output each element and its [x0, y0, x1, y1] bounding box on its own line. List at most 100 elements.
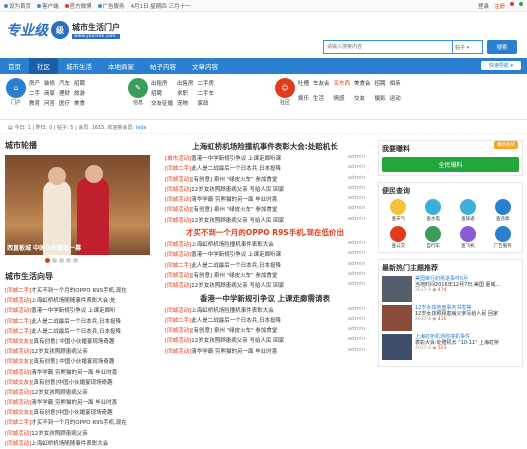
- guide-row[interactable]: [同城活动]12岁女孩照顾患病父亲: [5, 429, 155, 439]
- guide-row[interactable]: [同城活动]12岁女孩照顾患病父亲: [5, 347, 155, 357]
- guide-row[interactable]: [同城二手]此人是二战最后一个日本兵,日本投降: [5, 327, 155, 337]
- carousel-dot[interactable]: [45, 258, 50, 263]
- nav-articles[interactable]: 文章内容: [184, 58, 226, 74]
- headline-3[interactable]: 香港一中学新规引争议 上课走廊需请表: [165, 292, 365, 306]
- category-link[interactable]: 招聘: [375, 79, 386, 92]
- guide-row[interactable]: [同城二手]才买不到一个月的OPPO R9S手机,现在: [5, 286, 155, 296]
- category-link[interactable]: 美食: [74, 99, 85, 107]
- category-link[interactable]: 招聘: [151, 89, 173, 97]
- site-logo[interactable]: 专业级 级 城市生活门户 www.yoursite.com: [6, 20, 120, 40]
- category-link[interactable]: 交友征婚: [151, 99, 173, 107]
- news-row-author[interactable]: admin: [348, 205, 365, 215]
- category-link[interactable]: 相亲: [390, 79, 401, 92]
- news-row[interactable]: [同城活动]12岁女孩照顾患病父亲 写给人民 回家 admin: [165, 281, 365, 291]
- category-link[interactable]: 二手房: [198, 79, 215, 87]
- news-row-author[interactable]: admin: [348, 185, 365, 195]
- guide-row[interactable]: [同城交友][真有创意]中国小伙婚宴现场奇趣: [5, 378, 155, 388]
- weibo-login-icon[interactable]: [510, 2, 514, 10]
- nav-city-life[interactable]: 城市生活: [58, 58, 100, 74]
- guide-row[interactable]: [同城交友][真有创意]中国小伙婚宴现场奇趣: [5, 408, 155, 418]
- register-link[interactable]: 注册: [494, 2, 505, 10]
- login-link[interactable]: 登录: [478, 2, 489, 10]
- news-row-author[interactable]: admin: [348, 250, 365, 260]
- news-row[interactable]: [同城二手]此人是二战最后一个日本兵,日本投降 admin: [165, 164, 365, 174]
- hot-topic-thumb[interactable]: [382, 305, 412, 331]
- nav-community[interactable]: 社区: [29, 58, 58, 74]
- convenience-item[interactable]: 查天气: [382, 199, 415, 222]
- category-link[interactable]: 房产: [29, 79, 40, 87]
- news-row[interactable]: [城市活动]香港一中学新规引争议 上课走廊听课 admin: [165, 154, 365, 164]
- convenience-item[interactable]: 查违章: [486, 199, 519, 222]
- ad-service-link[interactable]: 广告服务: [97, 2, 125, 10]
- convenience-item[interactable]: 查公交: [382, 226, 415, 249]
- news-row-author[interactable]: admin: [348, 240, 365, 250]
- carousel-dot[interactable]: [73, 258, 78, 263]
- category-link[interactable]: 装修: [44, 79, 55, 87]
- news-row[interactable]: [同城活动]香港一中学新规引争议 上课走廊听课 admin: [165, 250, 365, 260]
- news-row[interactable]: [同城活动][有创意] 泉州 "绿皮火车" 参加食堂 admin: [165, 326, 365, 336]
- set-home-link[interactable]: 设为首页: [4, 2, 31, 10]
- convenience-item[interactable]: 自行车: [417, 226, 450, 249]
- news-row[interactable]: [同城二手]此人是二战最后一个日本兵,日本投降 admin: [165, 316, 365, 326]
- category-link[interactable]: 旅游: [74, 89, 85, 97]
- category-link[interactable]: 宠物: [177, 99, 194, 107]
- news-row-author[interactable]: admin: [348, 347, 365, 357]
- convenience-item[interactable]: 查快递: [452, 199, 485, 222]
- search-button[interactable]: 搜索: [487, 40, 517, 54]
- news-row-author[interactable]: admin: [348, 336, 365, 346]
- news-row-author[interactable]: admin: [348, 154, 365, 164]
- news-row[interactable]: [同城活动]上海虹桥机场险撞机事件表彰大会 admin: [165, 306, 365, 316]
- category-link[interactable]: 运动: [390, 94, 401, 107]
- convenience-item[interactable]: 广告服务: [486, 226, 519, 249]
- hot-topic-thumb[interactable]: [382, 334, 412, 360]
- category-link[interactable]: 理财: [59, 89, 70, 97]
- category-link[interactable]: 情感: [334, 94, 351, 107]
- news-row-author[interactable]: admin: [348, 195, 365, 205]
- news-row-author[interactable]: admin: [348, 271, 365, 281]
- hot-topic-thumb[interactable]: [382, 276, 412, 302]
- category-link[interactable]: 求职: [177, 89, 194, 97]
- category-link[interactable]: 吐槽: [298, 79, 309, 92]
- hot-topic-item[interactable]: 12岁女孩地盘事务书发等 12岁女孩照顾患病父亲写给人民 回家 2017-4 ◉ 4…: [382, 305, 519, 331]
- category-link[interactable]: 二手车: [198, 89, 215, 97]
- category-link[interactable]: 摄影: [375, 94, 386, 107]
- nav-posts[interactable]: 帖子内容: [142, 58, 184, 74]
- news-row[interactable]: [同城活动]清华学霸 穷熊猫的另一面 毕业时喜 admin: [165, 347, 365, 357]
- news-row-author[interactable]: admin: [348, 164, 365, 174]
- guide-row[interactable]: [同城交友][真有创意] 中国小伙婚宴现场奇趣: [5, 357, 155, 367]
- guide-row[interactable]: [同城活动]香港一中学新规引争议 上课走廊听: [5, 306, 155, 316]
- category-link[interactable]: 家政: [198, 99, 215, 107]
- news-row-author[interactable]: admin: [348, 216, 365, 226]
- carousel-dot[interactable]: [59, 258, 64, 263]
- category-link[interactable]: 二手: [29, 89, 40, 97]
- expose-button[interactable]: 全民爆料: [382, 157, 519, 172]
- category-link[interactable]: 车友会: [313, 79, 330, 92]
- category-link[interactable]: 招聘: [74, 79, 85, 87]
- guide-row[interactable]: [同城活动]上海虹桥机场随随事件表彰大会:处: [5, 296, 155, 306]
- category-link[interactable]: 生活: [313, 94, 330, 107]
- news-row[interactable]: [同城活动]12岁女孩照顾患病父亲 写给人民 回家 admin: [165, 336, 365, 346]
- fast-nav-button[interactable]: 快速导航 ▾: [480, 61, 521, 70]
- news-row[interactable]: [同城活动][有创意] 泉州 "绿皮火车" 参加食堂 admin: [165, 271, 365, 281]
- nav-local-business[interactable]: 本地商家: [100, 58, 142, 74]
- guide-row[interactable]: [同城交友][真有创意] 中国小伙婚宴现场奇趣: [5, 337, 155, 347]
- guide-row[interactable]: [同城二手]才买不到一个月的OPPO R9S手机,现在: [5, 418, 155, 428]
- news-row-author[interactable]: admin: [348, 261, 365, 271]
- carousel-image[interactable]: 西直板城 中国小伙婚宴一幕: [5, 155, 150, 255]
- news-row-author[interactable]: admin: [348, 316, 365, 326]
- guide-row[interactable]: [同城活动]清华学霸 穷熊猫的另一面 毕业时喜: [5, 368, 155, 378]
- convenience-item[interactable]: 查水电: [417, 199, 450, 222]
- guide-row[interactable]: [同城活动]清华学霸 穷熊猫的另一面 毕业时喜: [5, 398, 155, 408]
- category-link[interactable]: 美食会: [354, 79, 371, 92]
- category-link[interactable]: 商家: [44, 89, 55, 97]
- news-row-author[interactable]: admin: [348, 281, 365, 291]
- category-link[interactable]: 汽车: [59, 79, 70, 87]
- hot-topic-item[interactable]: 美国审行的扬退事件5月 当地时间2016年12月7日,美国 夏威... 2017-4…: [382, 276, 519, 302]
- category-link[interactable]: 问答: [44, 99, 55, 107]
- category-link[interactable]: 娱乐: [298, 94, 309, 107]
- news-row-author[interactable]: admin: [348, 306, 365, 316]
- category-link[interactable]: 出租房: [151, 79, 173, 87]
- guide-row[interactable]: [同城活动]上海虹桥机场随随事件表彰大会: [5, 439, 155, 449]
- headline-2[interactable]: 才买不到一个月的OPPO R9S手机,现在低价出: [165, 226, 365, 240]
- weibo-link[interactable]: 官方微博: [64, 2, 92, 10]
